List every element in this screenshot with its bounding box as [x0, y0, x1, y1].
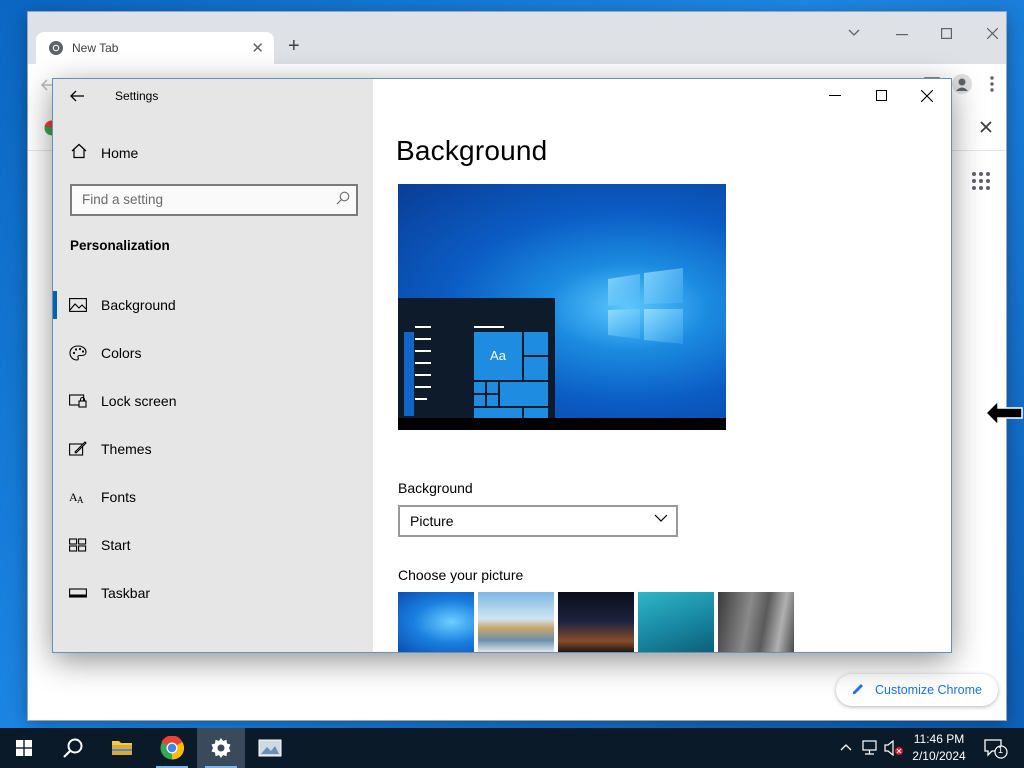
taskbar-search-button[interactable]: [48, 728, 96, 768]
tab-search-chevron-icon[interactable]: [848, 29, 860, 37]
sidebar-item-label: Themes: [101, 441, 152, 457]
sidebar-item-background[interactable]: Background: [53, 285, 373, 325]
action-center-button[interactable]: 1: [976, 728, 1024, 768]
chrome-tab-strip: New Tab ✕ +: [28, 12, 1006, 64]
file-explorer-icon: [112, 741, 132, 755]
maximize-icon[interactable]: [876, 90, 887, 101]
preview-tile: Aa: [474, 332, 522, 380]
settings-gear-icon: [211, 738, 231, 758]
lock-screen-icon: [69, 394, 87, 408]
photos-icon: [258, 739, 282, 757]
settings-sidebar: Settings Home Find a setting Personaliza…: [53, 79, 373, 652]
system-clock[interactable]: 11:46 PM 2/10/2024: [900, 731, 978, 765]
start-button[interactable]: [0, 728, 48, 768]
clock-time: 11:46 PM: [913, 732, 965, 746]
chrome-close-icon[interactable]: [987, 28, 998, 39]
search-icon: [63, 738, 83, 758]
taskbar-settings[interactable]: [197, 728, 245, 768]
back-arrow-icon[interactable]: [69, 89, 85, 103]
minimize-icon[interactable]: [829, 95, 841, 97]
svg-text:A: A: [77, 495, 84, 505]
palette-icon: [69, 345, 87, 361]
tray-overflow-chevron-icon[interactable]: [840, 743, 852, 751]
notification-count: 1: [998, 745, 1004, 755]
pencil-icon: [853, 684, 863, 694]
chrome-tab-favicon-icon: [49, 41, 63, 55]
background-type-dropdown[interactable]: Picture: [398, 505, 678, 537]
start-menu-preview: Aa: [398, 298, 555, 418]
info-bar-close-icon[interactable]: [980, 121, 992, 133]
search-input[interactable]: Find a setting: [70, 184, 358, 216]
taskbar-file-explorer[interactable]: [98, 728, 146, 768]
customize-chrome-button[interactable]: Customize Chrome: [836, 674, 998, 706]
sidebar-item-fonts[interactable]: AA Fonts: [53, 477, 373, 517]
home-icon: [71, 143, 87, 159]
fonts-icon: AA: [69, 490, 84, 505]
customize-chrome-label: Customize Chrome: [875, 683, 982, 697]
windows-start-icon: [16, 740, 32, 756]
picture-thumbnail[interactable]: [478, 592, 554, 652]
notification-icon: [984, 739, 1008, 759]
picture-icon: [69, 298, 87, 312]
chrome-tab-title: New Tab: [72, 41, 119, 55]
dropdown-value: Picture: [410, 513, 454, 529]
chrome-maximize-icon[interactable]: [941, 28, 952, 39]
sidebar-item-label: Fonts: [101, 489, 137, 505]
taskbar-icon: [69, 588, 87, 598]
sidebar-item-label: Lock screen: [101, 393, 177, 409]
sidebar-item-label: Colors: [101, 345, 142, 361]
network-icon[interactable]: [862, 740, 880, 756]
picture-thumbnail[interactable]: [638, 592, 714, 652]
sidebar-item-start[interactable]: Start: [53, 525, 373, 565]
chrome-menu-icon[interactable]: [990, 76, 994, 92]
sidebar-item-lock-screen[interactable]: Lock screen: [53, 381, 373, 421]
search-placeholder: Find a setting: [82, 192, 164, 207]
background-type-label: Background: [398, 480, 473, 496]
picture-thumbnail[interactable]: [398, 592, 474, 652]
sidebar-item-label: Start: [101, 537, 131, 553]
profile-avatar-icon[interactable]: [952, 74, 972, 94]
resize-arrow-cursor-icon: [984, 399, 1023, 427]
chevron-down-icon: [654, 514, 668, 522]
sidebar-item-label: Background: [101, 297, 176, 313]
chrome-tab[interactable]: New Tab ✕: [36, 32, 274, 64]
sidebar-item-taskbar[interactable]: Taskbar: [53, 573, 373, 613]
chrome-tab-close-icon[interactable]: ✕: [251, 39, 264, 57]
desktop-preview: Aa: [398, 184, 726, 430]
section-heading: Personalization: [70, 238, 170, 253]
new-tab-button[interactable]: +: [288, 35, 300, 58]
page-title: Background: [396, 135, 548, 166]
sidebar-item-themes[interactable]: Themes: [53, 429, 373, 469]
clock-date: 2/10/2024: [912, 749, 966, 763]
sidebar-item-colors[interactable]: Colors: [53, 333, 373, 373]
chrome-minimize-icon[interactable]: [896, 34, 908, 36]
taskbar-photos[interactable]: [246, 728, 294, 768]
picture-thumbnail[interactable]: [558, 592, 634, 652]
chrome-icon: [160, 736, 184, 760]
themes-icon: [69, 441, 87, 456]
start-icon: [69, 538, 87, 552]
sidebar-item-label: Home: [101, 145, 139, 161]
taskbar: 11:46 PM 2/10/2024 1: [0, 728, 1024, 768]
settings-window: Settings Home Find a setting Personaliza…: [53, 79, 951, 652]
taskbar-chrome[interactable]: [148, 728, 196, 768]
app-title: Settings: [115, 89, 159, 103]
active-indicator: [53, 291, 57, 319]
choose-picture-label: Choose your picture: [398, 567, 524, 583]
picture-thumbnail[interactable]: [718, 592, 794, 652]
search-icon: [336, 191, 350, 205]
sidebar-item-label: Taskbar: [101, 585, 151, 601]
close-icon[interactable]: [921, 90, 933, 102]
sidebar-item-home[interactable]: Home: [53, 139, 373, 167]
google-apps-icon[interactable]: [972, 172, 990, 190]
settings-content: Background Aa Background Picture Choose …: [373, 79, 951, 652]
